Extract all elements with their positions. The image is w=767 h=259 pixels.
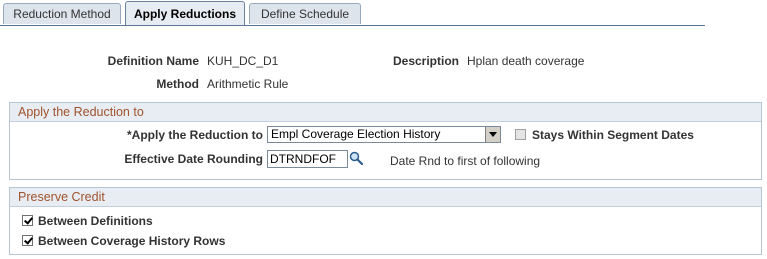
tab-reduction-method[interactable]: Reduction Method (3, 3, 121, 24)
preserve-credit-group-title: Preserve Credit (10, 188, 761, 207)
between-definitions-checkbox[interactable] (22, 215, 33, 226)
effective-date-rounding-description: Date Rnd to first of following (390, 154, 541, 168)
tab-apply-reductions[interactable]: Apply Reductions (125, 1, 245, 26)
apply-reduction-selected-value: Empl Coverage Election History (271, 127, 441, 141)
method-label: Method (156, 77, 199, 91)
definition-name-label: Definition Name (107, 54, 199, 68)
apply-reduction-label: *Apply the Reduction to (127, 128, 263, 142)
definition-name-value: KUH_DC_D1 (207, 54, 279, 68)
apply-reduction-select[interactable]: Empl Coverage Election History (267, 126, 501, 143)
effective-date-rounding-input[interactable]: DTRNDFOF (267, 150, 348, 168)
apply-reduction-group-title: Apply the Reduction to (10, 103, 761, 122)
effective-date-rounding-label: Effective Date Rounding (124, 152, 263, 166)
tab-define-schedule[interactable]: Define Schedule (249, 3, 361, 24)
tab-label: Define Schedule (260, 7, 350, 21)
between-coverage-history-checkbox[interactable] (22, 235, 33, 246)
stays-within-segment-checkbox[interactable] (515, 129, 526, 140)
tab-label: Apply Reductions (133, 7, 236, 21)
tab-bar: Reduction Method Apply Reductions Define… (0, 0, 705, 26)
chevron-down-icon[interactable] (485, 127, 500, 142)
method-value: Arithmetic Rule (207, 77, 289, 91)
between-coverage-history-label: Between Coverage History Rows (38, 234, 226, 248)
magnifier-lookup-icon[interactable] (349, 151, 363, 165)
tab-label: Reduction Method (13, 7, 111, 21)
tab-baseline (0, 25, 705, 26)
description-value: Hplan death coverage (467, 54, 585, 68)
stays-within-segment-label: Stays Within Segment Dates (532, 128, 694, 142)
description-label: Description (392, 54, 459, 68)
between-definitions-label: Between Definitions (38, 214, 153, 228)
